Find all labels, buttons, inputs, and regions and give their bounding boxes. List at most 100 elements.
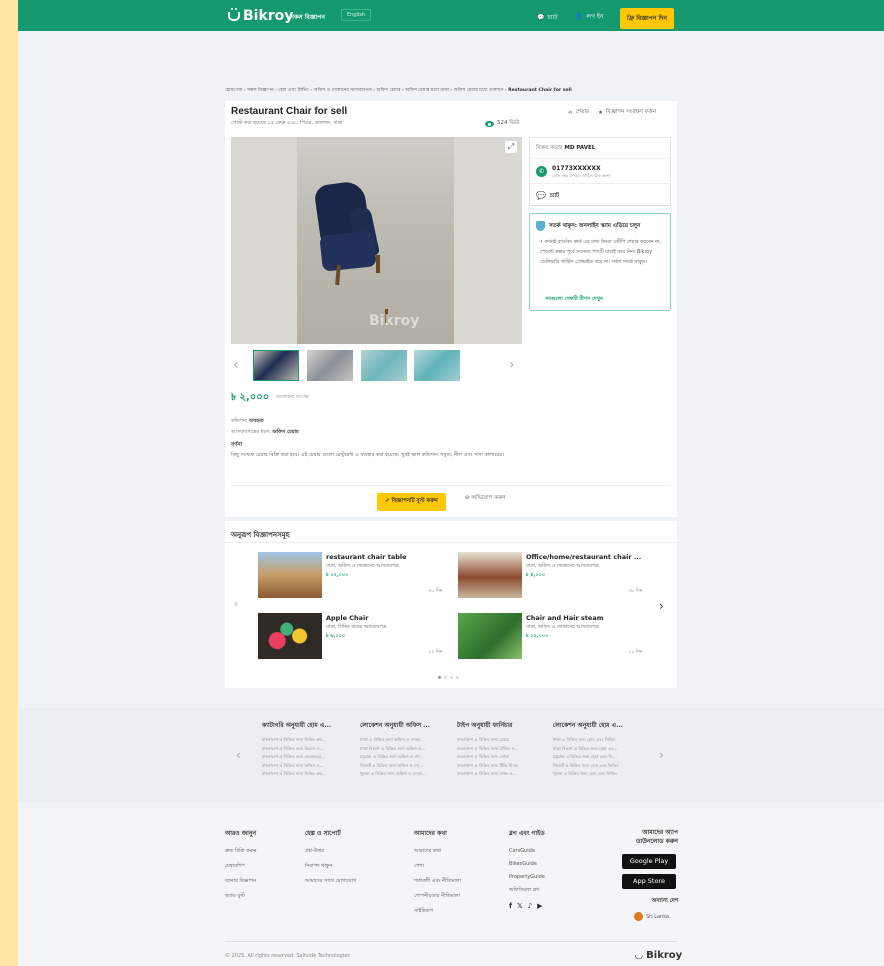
language-switch[interactable]: English: [341, 9, 372, 21]
similar-ad-card[interactable]: restaurant chair table ঢাকা, অফিস ও দোকা…: [258, 552, 448, 606]
carousel-dot[interactable]: [444, 676, 447, 679]
chevron-left-icon[interactable]: ‹: [233, 357, 239, 373]
footer-link[interactable]: প্রশ্ন-উত্তর: [305, 848, 356, 856]
youtube-icon[interactable]: ▶: [537, 902, 542, 910]
chair-seat-shape: [319, 230, 377, 272]
share-icon: ⋖: [568, 110, 573, 116]
chevron-right-icon[interactable]: ›: [659, 748, 664, 762]
category-link[interactable]: ঢাকা বিভাগ এ বিক্রির জন্য অফিস ও...: [360, 745, 455, 754]
thumbnail-1[interactable]: [253, 350, 299, 381]
condition-row: কন্ডিশন: ব্যবহৃত: [231, 418, 264, 426]
category-link[interactable]: সিলেট এ বিক্রির জন্য অফিস ও দো...: [360, 762, 455, 771]
seller-name[interactable]: MD PAVEL: [564, 145, 595, 151]
category-link[interactable]: চট্টগ্রাম এ বিক্রির জন্য হোম এবং লি...: [553, 753, 648, 762]
chevron-left-icon[interactable]: ‹: [236, 748, 241, 762]
save-ad-button[interactable]: ★ বিজ্ঞাপন সংরক্ষণ করুন: [598, 109, 656, 117]
post-ad-button[interactable]: ফ্রি বিজ্ঞাপন দিন: [620, 8, 674, 29]
thumbnail-3[interactable]: [361, 350, 407, 381]
footer-heading: আরও জানুন: [225, 830, 257, 837]
chat-button[interactable]: চ্যাট: [550, 193, 559, 201]
category-link[interactable]: ঢাকা এ বিক্রির জন্য হোম এবং লিভিং: [553, 736, 648, 745]
footer-link[interactable]: শর্তাবলী এবং নীতিমালা: [414, 878, 461, 886]
boost-ad-button[interactable]: ⇗ বিজ্ঞাপনটি বুস্ট করুন: [377, 493, 446, 511]
category-link[interactable]: ঢাকা এ বিক্রির জন্য অফিস ও দোকা...: [360, 736, 455, 745]
report-button[interactable]: ⊘ অভিযোগ করুন: [465, 495, 505, 503]
condition-label: কন্ডিশন:: [231, 418, 248, 424]
thumbnail-2[interactable]: [307, 350, 353, 381]
x-icon[interactable]: 𝕏: [517, 902, 523, 910]
footer-link[interactable]: আমাদের সাথে যোগাযোগ: [305, 878, 356, 886]
category-link[interactable]: ঢাকা বিভাগ এ বিক্রির জন্য হোম এব...: [553, 745, 648, 754]
phone-icon: ✆: [536, 166, 547, 177]
login-link-label: লগ ইন: [586, 13, 604, 20]
category-link[interactable]: বাংলাদেশ এ বিক্রির জন্য অফিস ও...: [262, 762, 357, 771]
divider: [231, 485, 671, 486]
thumbnail-4[interactable]: [414, 350, 460, 381]
category-link[interactable]: বাংলাদেশ এ বিক্রির জন্য শেল্ফ ও...: [457, 770, 552, 779]
star-icon: ★: [598, 110, 603, 116]
condition-value: ব্যবহৃত: [249, 418, 264, 424]
chevron-left-icon[interactable]: ‹: [234, 599, 238, 610]
all-ads-link[interactable]: সকল বিজ্ঞাপন: [290, 12, 325, 23]
breadcrumb-path[interactable]: হোমপেজ › সকল বিজ্ঞাপন › হোম এবং লিভিং › …: [225, 88, 507, 93]
category-link[interactable]: বাংলাদেশ এ বিক্রির জন্য সোফা: [457, 753, 552, 762]
footer-link[interactable]: নিরাপদ থাকুন: [305, 863, 356, 871]
carousel-dot[interactable]: [438, 676, 441, 679]
chat-link[interactable]: 💬 চ্যাট: [537, 12, 557, 23]
carousel-dot[interactable]: [450, 676, 453, 679]
country-link[interactable]: Sri Lanka: [634, 912, 669, 921]
category-link[interactable]: বাংলাদেশ এ বিক্রির জন্য চেয়ার: [457, 736, 552, 745]
category-link[interactable]: বাংলাদেশ এ বিক্রির জন্য টেবিল ও...: [457, 745, 552, 754]
footer-link[interactable]: অ্যাড বুস্ট: [225, 893, 256, 901]
category-link[interactable]: বাংলাদেশ এ বিক্রির জন্য লিভিং রুম...: [262, 770, 357, 779]
footer-column-blogs: ব্লগ এবং গাইড CarsGuide BikesGuide Prope…: [509, 828, 545, 910]
expand-icon[interactable]: ⤢: [505, 141, 517, 153]
category-link[interactable]: বাংলাদেশ এ বিক্রির জন্য বেডরুমের...: [262, 753, 357, 762]
category-link[interactable]: সিলেট এ বিক্রির জন্য হোম এবং লিভিং: [553, 762, 648, 771]
category-link[interactable]: খুলনা এ বিক্রির জন্য হোম এবং লিভিং: [553, 770, 648, 779]
app-store-badge[interactable]: App Store: [622, 874, 676, 889]
footer-link[interactable]: আমাদের কথা: [414, 848, 461, 856]
footer-link[interactable]: BikesGuide: [509, 861, 545, 867]
safety-tips-link[interactable]: সবগুলো সেফটি টিপস দেখুন: [545, 296, 603, 304]
footer-link[interactable]: পেশা: [414, 863, 461, 871]
footer-link[interactable]: মেম্বারশিপ: [225, 863, 256, 871]
chair-leg-shape: [376, 255, 380, 273]
footer-link[interactable]: অফিসিয়াল ব্লগ: [509, 887, 545, 895]
app-download-heading: আমাদের অ্যাপ ডাউনলোড করুন: [636, 829, 678, 845]
chat-bubble-icon: 💬: [537, 14, 545, 21]
google-play-badge[interactable]: Google Play: [622, 854, 676, 869]
category-link[interactable]: বাংলাদেশ এ বিক্রির জন্য লিভিং রুম...: [262, 736, 357, 745]
main-photo[interactable]: Bikroy ⤢: [231, 137, 522, 344]
footer-link[interactable]: গোপনীয়তার নীতিমালা: [414, 893, 461, 901]
footer-link[interactable]: সাইটম্যাপ: [414, 908, 461, 916]
login-link[interactable]: 👤 লগ ইন: [575, 11, 604, 22]
footer-link[interactable]: CarsGuide: [509, 848, 545, 854]
facebook-icon[interactable]: f: [509, 902, 512, 910]
phone-number[interactable]: 01773XXXXXX: [552, 165, 601, 172]
carousel-dot[interactable]: [456, 676, 459, 679]
boost-ad-label: বিজ্ঞাপনটি বুস্ট করুন: [391, 498, 438, 504]
copyright: © 2025. All rights reserved. Saltside Te…: [225, 953, 350, 959]
similar-ad-card[interactable]: Office/home/restaurant chair ... ঢাকা, অ…: [458, 552, 648, 606]
bag-icon: ◡: [635, 950, 647, 961]
share-button[interactable]: ⋖ শেয়ার: [568, 109, 589, 117]
footer-link[interactable]: ব্যানার বিজ্ঞাপন: [225, 878, 256, 886]
footer-link[interactable]: দ্রুত বিক্রি করুন: [225, 848, 256, 856]
ad-posted-info: পোস্ট করা হয়েছে ১৫ ফেব্রু ৫:৪০ পিএম, গু…: [231, 120, 343, 126]
chevron-right-icon[interactable]: ›: [509, 357, 515, 373]
tiktok-icon[interactable]: ♪: [528, 902, 532, 910]
footer-link[interactable]: PropertyGuide: [509, 874, 545, 880]
divider: [225, 941, 677, 942]
category-column-heading: লোকেশন অনুযায়ী হোম এ...: [553, 722, 623, 729]
category-link[interactable]: বাংলাদেশ এ বিক্রির জন্য কিচেন ও...: [262, 745, 357, 754]
bikroy-logo[interactable]: Bikroy: [228, 7, 293, 24]
category-link[interactable]: বাংলাদেশ এ বিক্রির জন্য টিভি স্ট্যান্ড: [457, 762, 552, 771]
chevron-right-icon[interactable]: ›: [659, 599, 664, 613]
category-link[interactable]: খুলনা এ বিক্রির জন্য অফিস ও দোকা...: [360, 770, 455, 779]
category-link[interactable]: চট্টগ্রাম এ বিক্রির জন্য অফিস ও দো...: [360, 753, 455, 762]
similar-ad-card[interactable]: Chair and Hair steam ঢাকা, অফিস ও দোকানে…: [458, 613, 648, 667]
similar-ad-card[interactable]: Apple Chair ঢাকা, লিভিং রুমের আসবাবপত্র …: [258, 613, 448, 667]
top-navbar: Bikroy সকল বিজ্ঞাপন English 💬 চ্যাট 👤 লগ…: [18, 0, 884, 31]
footer-logo[interactable]: ◡ Bikroy: [635, 950, 682, 961]
